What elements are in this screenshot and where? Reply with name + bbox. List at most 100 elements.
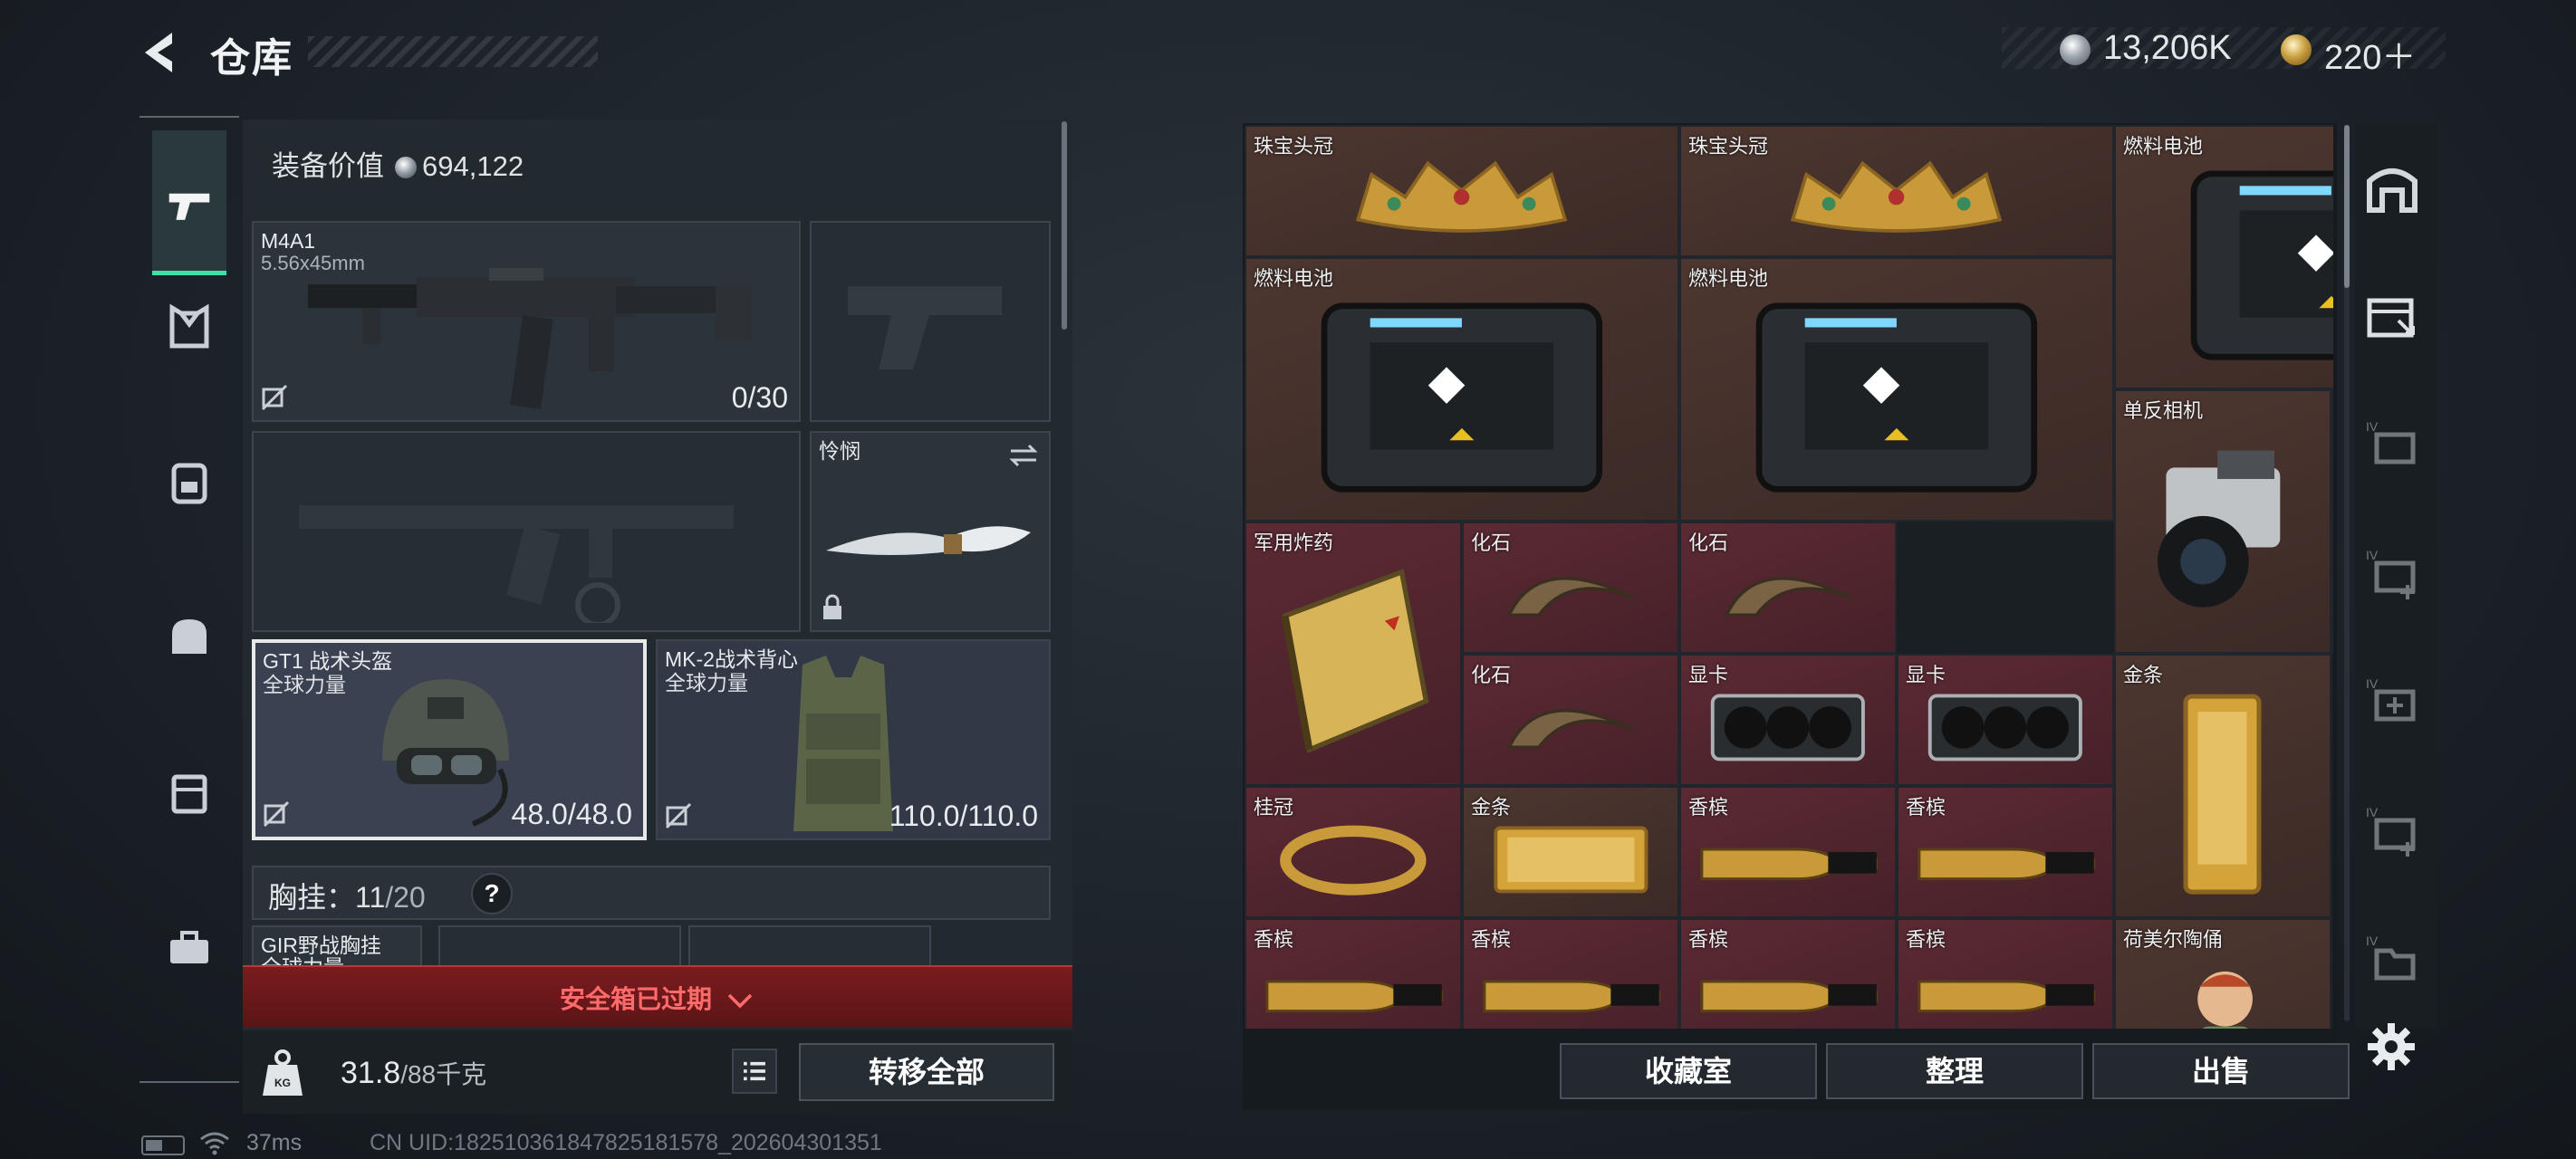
pistol-slot[interactable] bbox=[810, 221, 1051, 422]
nav-backpack-tab[interactable] bbox=[152, 445, 226, 520]
stash-slot-iv-1[interactable]: IV bbox=[2362, 417, 2422, 476]
helmet-icon bbox=[382, 679, 509, 827]
stash-item[interactable]: 香槟 bbox=[1679, 918, 1897, 1029]
organize-button[interactable]: 整理 bbox=[1826, 1043, 2083, 1099]
chest-rig-pocket-2[interactable] bbox=[688, 925, 931, 971]
stash-item-name: 金条 bbox=[2123, 664, 2164, 686]
explosive-icon bbox=[1246, 523, 1460, 784]
nav-toolbox-tab[interactable] bbox=[152, 909, 226, 983]
settings-gear-icon[interactable] bbox=[2366, 1021, 2417, 1072]
medical-box-icon: IV bbox=[2366, 676, 2416, 722]
stash-item[interactable]: 化石 bbox=[1679, 522, 1897, 654]
stash-item[interactable]: 金条 bbox=[1462, 786, 1679, 918]
stash-item[interactable]: 燃料电池 bbox=[2114, 125, 2333, 389]
stash-item[interactable]: 香槟 bbox=[1679, 786, 1897, 918]
stash-slot-iv-2[interactable]: IV bbox=[2362, 545, 2422, 605]
stash-item-name: 化石 bbox=[1471, 532, 1512, 554]
stash-item[interactable]: 化石 bbox=[1462, 654, 1679, 786]
nav-weapons-tab[interactable] bbox=[152, 130, 226, 275]
stash-item[interactable]: 显卡 bbox=[1897, 654, 2114, 786]
list-view-button[interactable] bbox=[732, 1049, 777, 1094]
sell-button[interactable]: 出售 bbox=[2092, 1043, 2350, 1099]
stash-item[interactable]: 荷美尔陶俑 bbox=[2114, 918, 2331, 1029]
nav-armor-tab[interactable] bbox=[152, 290, 226, 364]
vest-slot[interactable]: MK-2战术背心 全球力量 110.0/110.0 bbox=[656, 639, 1051, 840]
ticket-balance[interactable]: 220＋ bbox=[2324, 29, 2416, 79]
melee-name: 怜悯 bbox=[819, 439, 860, 463]
chest-rig-pocket-1[interactable] bbox=[438, 925, 681, 971]
helmet-brand: 全球力量 bbox=[263, 673, 346, 696]
vest-name: MK-2战术背心 bbox=[665, 647, 798, 671]
stash-home-tab[interactable] bbox=[2362, 159, 2422, 219]
stash-item-name: 桂冠 bbox=[1254, 796, 1294, 819]
stash-item-name: 军用炸药 bbox=[1254, 532, 1334, 554]
silver-coin-icon bbox=[395, 157, 417, 178]
swap-icon[interactable] bbox=[1007, 442, 1040, 469]
pistol-silhouette-icon bbox=[848, 286, 1002, 369]
helmet-slot[interactable]: GT1 战术头盔 全球力量 48.0/48.0 bbox=[252, 639, 647, 840]
stash-slot-iv-4[interactable]: IV bbox=[2362, 802, 2422, 862]
svg-text:IV: IV bbox=[2366, 934, 2379, 948]
wifi-icon bbox=[200, 1132, 229, 1155]
stash-item[interactable]: 香槟 bbox=[1897, 786, 2114, 918]
stash-slot-iv-5[interactable]: IV bbox=[2362, 931, 2422, 991]
stash-item-name: 香槟 bbox=[1906, 796, 1946, 819]
stash-item[interactable]: 化石 bbox=[1462, 522, 1679, 654]
transfer-all-button[interactable]: 转移全部 bbox=[799, 1043, 1054, 1101]
stash-item-name: 珠宝头冠 bbox=[1254, 135, 1334, 158]
rifle-silhouette-icon bbox=[299, 505, 734, 623]
chest-rig-help-button[interactable]: ? bbox=[471, 873, 513, 915]
folder-box-icon: IV bbox=[2366, 934, 2416, 981]
stash-item[interactable]: 桂冠 bbox=[1245, 786, 1462, 918]
stash-item[interactable]: 手弩 bbox=[2331, 389, 2333, 654]
stash-item[interactable]: 金条 bbox=[2114, 654, 2331, 918]
expand-box-icon bbox=[2367, 298, 2415, 338]
stash-item-name: 香槟 bbox=[1471, 928, 1512, 951]
secondary-weapon-slot[interactable] bbox=[252, 431, 801, 632]
battery-icon bbox=[141, 1135, 185, 1155]
stash-slot-iv-3[interactable]: IV bbox=[2362, 674, 2422, 733]
stash-item-name: 化石 bbox=[1471, 664, 1512, 686]
stash-item[interactable]: 香槟 bbox=[1897, 918, 2114, 1029]
stash-item[interactable]: 单反相机 bbox=[2114, 389, 2331, 654]
chest-rig-slot[interactable]: GIR野战胸挂 全球力量 bbox=[252, 925, 422, 971]
stash-item-name: 荷美尔陶俑 bbox=[2123, 928, 2224, 951]
case-icon bbox=[171, 774, 207, 814]
knife-icon bbox=[826, 526, 1031, 555]
category-sidebar bbox=[139, 116, 239, 1083]
chevron-down-icon bbox=[727, 993, 753, 1009]
chest-rig-total: /20 bbox=[385, 881, 426, 914]
collection-room-button[interactable]: 收藏室 bbox=[1560, 1043, 1817, 1099]
svg-text:IV: IV bbox=[2366, 805, 2379, 819]
nav-case-tab[interactable] bbox=[152, 755, 226, 829]
page-title: 仓库 bbox=[210, 36, 293, 81]
stash-item[interactable]: 燃料电池 bbox=[1679, 257, 2114, 522]
backpack-icon bbox=[171, 463, 207, 504]
stash-item[interactable]: 显卡 bbox=[1679, 654, 1897, 786]
goldbar-v-icon bbox=[2116, 656, 2330, 916]
pistol-icon bbox=[168, 193, 210, 220]
stash-item[interactable]: 珠宝头冠 bbox=[1245, 125, 1679, 257]
user-uid: CN UID:182510361847825181578_20260430135… bbox=[370, 1130, 882, 1155]
back-arrow-icon[interactable] bbox=[136, 27, 187, 78]
stash-item[interactable]: 珠宝头冠 bbox=[1679, 125, 2114, 257]
stash-scrollbar-thumb[interactable] bbox=[2344, 125, 2350, 288]
primary-weapon-slot[interactable]: M4A1 5.56x45mm 0/30 bbox=[252, 221, 801, 422]
stash-item[interactable]: 香槟 bbox=[1245, 918, 1462, 1029]
safe-box-expired-text[interactable]: 安全箱已过期 bbox=[560, 980, 754, 1016]
hand-box-icon: IV bbox=[2366, 419, 2416, 465]
title-decoration bbox=[308, 36, 598, 67]
weight-max: /88千克 bbox=[400, 1060, 487, 1088]
chest-rig-used: 11 bbox=[355, 881, 386, 914]
no-insure-icon bbox=[261, 384, 288, 411]
stash-expand-tab[interactable] bbox=[2362, 288, 2422, 348]
stash-item[interactable]: 燃料电池 bbox=[1245, 257, 1679, 522]
stash-item[interactable]: 香槟 bbox=[1462, 918, 1679, 1029]
vest-durability: 110.0/110.0 bbox=[889, 800, 1038, 832]
equipment-scrollbar[interactable] bbox=[1062, 121, 1067, 330]
melee-slot[interactable]: 怜悯 bbox=[810, 431, 1051, 632]
nav-bag-tab[interactable] bbox=[152, 599, 226, 674]
safe-icon bbox=[2367, 168, 2417, 213]
vest-armor-icon bbox=[793, 656, 893, 831]
stash-item[interactable]: 军用炸药 bbox=[1245, 522, 1462, 786]
